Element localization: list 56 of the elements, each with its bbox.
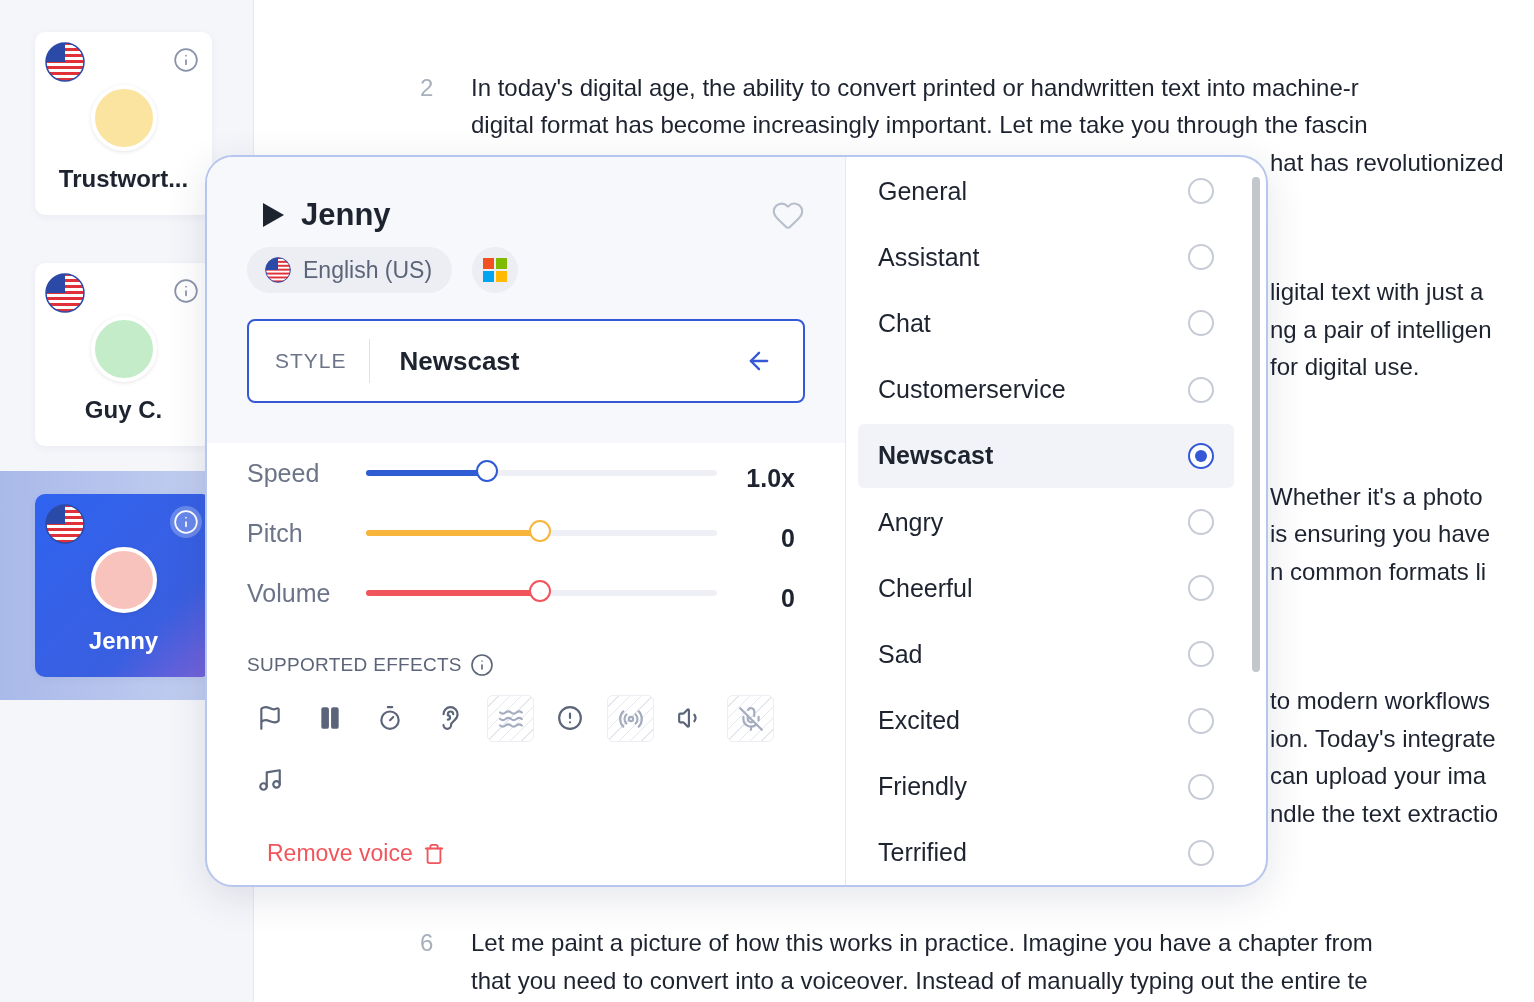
style-field[interactable]: STYLE Newscast	[247, 319, 805, 403]
style-option[interactable]: Sad	[858, 622, 1234, 687]
paragraph-line: is ensuring you have	[1270, 520, 1491, 549]
slider-value: 0	[780, 583, 795, 613]
style-option[interactable]: General	[858, 159, 1234, 224]
paragraph-line: digital format has become increasingly important. Let me take you through the fascin	[471, 111, 1368, 140]
paragraph-line: ligital text with just a	[1270, 278, 1484, 307]
paragraph-line: ng a pair of intelligen	[1270, 315, 1492, 344]
language-chip: English (US)	[247, 247, 453, 293]
slider-label: Volume	[247, 578, 332, 608]
play-icon[interactable]	[261, 202, 285, 228]
slider-label: Pitch	[247, 518, 304, 548]
style-option[interactable]: Assistant	[858, 225, 1234, 290]
style-option[interactable]: Newscast	[858, 423, 1234, 488]
style-option[interactable]: Customerservice	[858, 357, 1234, 422]
paragraph-line: In today's digital age, the ability to convert printed or handwritten text into machine-r	[471, 73, 1359, 102]
us-flag-icon	[45, 273, 85, 313]
voice-name: Guy C.	[84, 396, 163, 424]
info-icon[interactable]	[173, 47, 199, 73]
section-title: SUPPORTED EFFECTS	[247, 654, 462, 676]
paragraph-line: can upload your ima	[1270, 762, 1487, 791]
slider-thumb[interactable]	[528, 580, 551, 602]
paragraph-line: Whether it's a photo	[1270, 482, 1483, 511]
us-flag-icon	[265, 257, 291, 283]
paragraph-line: ion. Today's integrate	[1270, 724, 1496, 753]
trash-icon	[422, 842, 445, 865]
paragraph-line: for digital use.	[1270, 353, 1420, 382]
paragraph-line: that you need to convert into a voiceover. Instead of manually typing out the entire te	[471, 966, 1368, 995]
voice-name: Jenny	[88, 627, 159, 655]
paragraph-line: to modern workflows	[1270, 687, 1491, 716]
voice-card[interactable]: Trustwort...	[35, 32, 212, 215]
style-option[interactable]: Terrified	[858, 820, 1234, 885]
line-number: 6	[420, 929, 434, 958]
slider-value: 0	[780, 523, 795, 553]
line-number: 2	[420, 73, 434, 102]
style-option[interactable]: Chat	[858, 291, 1234, 356]
slider-value: 1.0x	[745, 463, 795, 493]
paragraph-line: n common formats li	[1270, 557, 1487, 586]
style-option[interactable]: Excited	[858, 688, 1234, 753]
info-icon[interactable]	[173, 278, 199, 304]
slider-thumb[interactable]	[528, 520, 551, 542]
style-option[interactable]: Cheerful	[858, 556, 1234, 621]
voice-name: Trustwort...	[58, 165, 189, 193]
info-icon[interactable]	[469, 653, 494, 677]
four-squares-logo-icon	[483, 258, 508, 282]
paragraph-line: ndle the text extractio	[1270, 799, 1499, 828]
scrollbar[interactable]	[1252, 177, 1260, 672]
style-option[interactable]: Friendly	[858, 754, 1234, 819]
voice-title: Jenny	[301, 197, 391, 233]
slider-thumb[interactable]	[475, 460, 498, 482]
us-flag-icon	[45, 42, 85, 82]
paragraph-line: Let me paint a picture of how this works in practice. Imagine you have a chapter from	[471, 929, 1373, 958]
paragraph-line: hat has revolutionized	[1270, 148, 1504, 177]
slider-label: Speed	[247, 458, 321, 488]
us-flag-icon	[45, 504, 85, 544]
style-option[interactable]: Angry	[858, 489, 1234, 555]
